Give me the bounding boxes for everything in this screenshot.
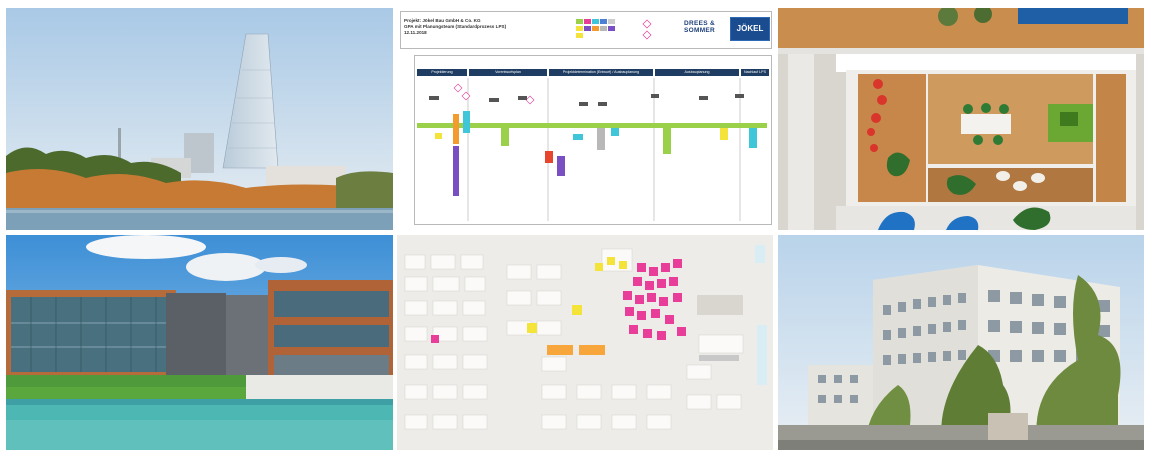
legend-swatches	[576, 19, 652, 40]
chart-title: Projekt: Jökel Bau GmbH & Co. KG	[404, 18, 481, 23]
jokel-logo: JÖKEL	[730, 17, 770, 41]
office-aerial-photo	[778, 8, 1144, 230]
chart-header: Projekt: Jökel Bau GmbH & Co. KG GPA mit…	[400, 11, 772, 49]
drees-sommer-logo: DREES & SOMMER	[684, 20, 716, 34]
chart-subtitle: GPA mit Planungsteam (Standardprozess LP…	[404, 24, 507, 29]
process-diagram: Projektierung Vorentwurfsplan Projektdet…	[414, 55, 772, 225]
process-chart-photo: Projekt: Jökel Bau GmbH & Co. KG GPA mit…	[397, 8, 773, 230]
tower-river-photo	[6, 8, 393, 230]
chart-date: 12.11.2018	[404, 30, 427, 35]
process-nodes	[417, 78, 767, 221]
white-office-building-photo	[778, 235, 1144, 450]
office-waterfront-photo	[6, 235, 393, 450]
planning-board-photo	[397, 235, 773, 450]
